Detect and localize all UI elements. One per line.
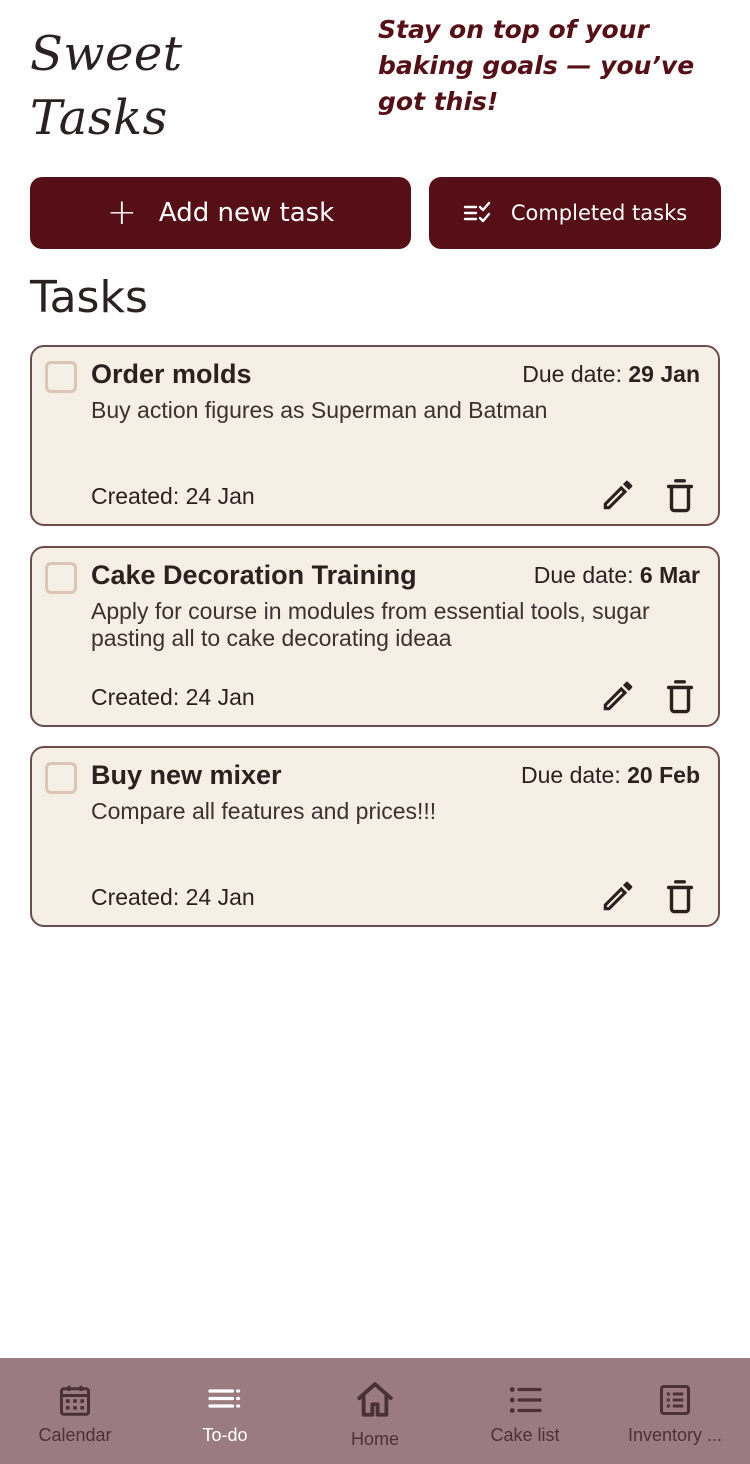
task-checkbox[interactable] xyxy=(45,762,77,794)
edit-button[interactable] xyxy=(596,674,640,718)
delete-button[interactable] xyxy=(658,874,702,918)
app-title-line2: Tasks xyxy=(30,90,168,146)
bullet-list-icon xyxy=(509,1387,542,1413)
nav-item-home[interactable]: Home xyxy=(300,1358,450,1464)
tagline: Stay on top of your baking goals — you’v… xyxy=(378,15,695,116)
calendar-icon xyxy=(60,1385,90,1416)
checklist-icon xyxy=(463,201,491,223)
home-icon xyxy=(357,1382,393,1417)
list-icon xyxy=(208,1389,241,1408)
nav-label-home: Home xyxy=(350,1429,399,1449)
nav-label-calendar: Calendar xyxy=(38,1425,112,1445)
task-created: Created: 24 Jan xyxy=(91,884,255,910)
pencil-icon xyxy=(603,681,633,711)
task-due-date: Due date: 6 Mar xyxy=(534,560,700,590)
due-date-value: 29 Jan xyxy=(628,361,700,387)
app-title: Sweet Tasks xyxy=(30,22,230,150)
task-card[interactable]: Order molds Due date: 29 Jan Buy action … xyxy=(30,345,720,526)
task-due-date: Due date: 20 Feb xyxy=(521,760,700,790)
task-card[interactable]: Buy new mixer Due date: 20 Feb Compare a… xyxy=(30,746,720,927)
completed-tasks-label: Completed tasks xyxy=(510,201,688,225)
add-task-label: Add new task xyxy=(158,198,335,228)
task-title: Buy new mixer xyxy=(91,760,282,790)
task-description: Buy action figures as Superman and Batma… xyxy=(91,397,548,423)
app-title-line1: Sweet xyxy=(30,26,183,82)
plus-icon: + xyxy=(106,192,137,233)
add-task-button[interactable]: + Add new task xyxy=(30,177,411,249)
edit-button[interactable] xyxy=(596,874,640,918)
trash-icon xyxy=(666,880,694,914)
task-card[interactable]: Cake Decoration Training Due date: 6 Mar… xyxy=(30,546,720,727)
pencil-icon xyxy=(603,480,633,510)
task-created: Created: 24 Jan xyxy=(91,483,255,509)
task-title: Cake Decoration Training xyxy=(91,560,417,590)
delete-button[interactable] xyxy=(658,473,702,517)
due-date-value: 20 Feb xyxy=(627,762,700,788)
due-date-prefix: Due date: xyxy=(533,562,634,588)
section-title: Tasks xyxy=(30,272,148,323)
due-date-value: 6 Mar xyxy=(639,562,700,588)
due-date-prefix: Due date: xyxy=(520,762,621,788)
completed-tasks-button[interactable]: Completed tasks xyxy=(429,177,721,249)
nav-label-inventory: Inventory ... xyxy=(627,1425,723,1445)
trash-icon xyxy=(666,680,694,714)
bottom-nav: Calendar To-do Home Cake list Inventory … xyxy=(0,1358,750,1464)
task-title: Order molds xyxy=(91,359,252,389)
nav-label-todo: To-do xyxy=(202,1425,248,1445)
pencil-icon xyxy=(603,881,633,911)
task-created: Created: 24 Jan xyxy=(91,684,255,710)
task-description: Apply for course in modules from essenti… xyxy=(91,598,650,651)
nav-item-todo[interactable]: To-do xyxy=(150,1358,300,1464)
task-description: Compare all features and prices!!! xyxy=(91,798,437,824)
task-checkbox[interactable] xyxy=(45,562,77,594)
trash-icon xyxy=(666,479,694,513)
nav-item-calendar[interactable]: Calendar xyxy=(0,1358,150,1464)
task-due-date: Due date: 29 Jan xyxy=(522,359,700,389)
document-list-icon xyxy=(660,1385,690,1415)
due-date-prefix: Due date: xyxy=(522,361,622,387)
nav-item-inventory[interactable]: Inventory ... xyxy=(600,1358,750,1464)
delete-button[interactable] xyxy=(658,674,702,718)
edit-button[interactable] xyxy=(596,473,640,517)
nav-label-cake-list: Cake list xyxy=(490,1425,560,1445)
task-checkbox[interactable] xyxy=(45,361,77,393)
nav-item-cake-list[interactable]: Cake list xyxy=(450,1358,600,1464)
